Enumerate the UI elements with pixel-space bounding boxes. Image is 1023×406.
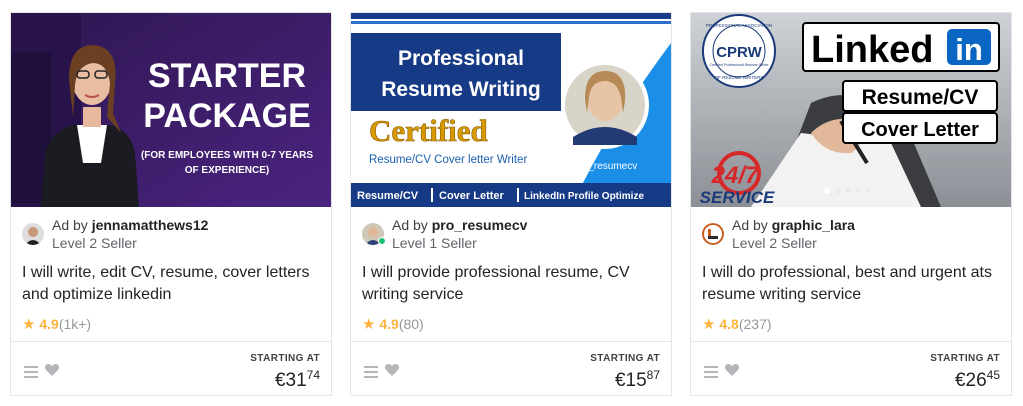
resume-handle: Pro_resumecv (573, 161, 637, 172)
star-icon: ★ (362, 316, 376, 333)
seller-name[interactable]: graphic_lara (772, 217, 855, 233)
gig-rating: ★ 4.8(237) (702, 315, 772, 334)
seller-level: Level 1 Seller (392, 235, 477, 251)
bar-item-resume: Resume/CV (357, 190, 419, 202)
gig-footer: STARTING AT €1587 (351, 341, 671, 396)
certified-text: Certified (369, 113, 488, 148)
avatar[interactable] (702, 223, 724, 245)
gig-thumbnail[interactable]: CPRW PROFESSIONAL ASSOCIATION Certified … (691, 13, 1011, 207)
seller-text: Ad by pro_resumecv Level 1 Seller (392, 216, 527, 252)
price-cents: 74 (306, 368, 320, 382)
gig-price: €1587 (615, 368, 660, 392)
bar-item-cover: Cover Letter (439, 190, 505, 202)
star-icon: ★ (22, 316, 36, 333)
rating-score: 4.8 (719, 316, 739, 332)
seller-name[interactable]: jennamatthews12 (92, 217, 209, 233)
linkedin-in: in (955, 32, 983, 67)
heart-icon[interactable] (44, 362, 60, 378)
cv-line1: Resume/CV (862, 86, 979, 109)
gig-title[interactable]: I will provide professional resume, CV w… (362, 262, 662, 306)
seller-row: Ad by jennamatthews12 Level 2 Seller (22, 213, 322, 252)
starting-at-label: STARTING AT (250, 353, 320, 364)
ad-by-label: Ad by (732, 217, 768, 233)
badge-ring-mid: Certified Professional Resume Writer (709, 63, 769, 67)
bar-item-linkedin: LinkedIn Profile Optimize (524, 191, 644, 202)
service-num: 24/7 (711, 162, 760, 189)
resume-writing-image: Professional Resume Writing Certified Re… (351, 13, 671, 207)
avatar[interactable] (22, 223, 44, 245)
seller-text: Ad by graphic_lara Level 2 Seller (732, 216, 855, 252)
gig-footer: STARTING AT €2645 (691, 341, 1011, 396)
price-main: €15 (614, 370, 647, 391)
starting-at-label: STARTING AT (590, 353, 660, 364)
resume-sub: Resume/CV Cover letter Writer (369, 154, 527, 166)
seller-text: Ad by jennamatthews12 Level 2 Seller (52, 216, 208, 252)
starter-sub2: OF EXPERIENCE) (185, 165, 269, 176)
seller-row: Ad by graphic_lara Level 2 Seller (702, 213, 1002, 252)
seller-level: Level 2 Seller (52, 235, 137, 251)
ad-by-label: Ad by (392, 217, 428, 233)
heart-icon[interactable] (384, 362, 400, 378)
gig-title[interactable]: I will write, edit CV, resume, cover let… (22, 262, 322, 306)
gig-rating: ★ 4.9(80) (362, 315, 424, 334)
gig-price: €2645 (955, 368, 1000, 392)
heart-icon[interactable] (724, 362, 740, 378)
price-main: €31 (274, 370, 307, 391)
gig-footer: STARTING AT €3174 (11, 341, 331, 396)
rating-score: 4.9 (379, 316, 399, 332)
service-word: SERVICE (700, 188, 775, 207)
gig-info: Ad by jennamatthews12 Level 2 Seller I w… (22, 213, 322, 333)
gig-title[interactable]: I will do professional, best and urgent … (702, 262, 1002, 306)
gig-thumbnail[interactable]: STARTER PACKAGE (FOR EMPLOYEES WITH 0-7 … (11, 13, 331, 207)
ad-by-label: Ad by (52, 217, 88, 233)
review-count: (237) (738, 316, 772, 332)
review-count: (80) (398, 316, 424, 332)
online-status-icon (378, 237, 386, 245)
resume-line2: Resume Writing (381, 78, 540, 101)
linkedin-resume-image: CPRW PROFESSIONAL ASSOCIATION Certified … (691, 13, 1011, 207)
menu-icon[interactable] (364, 366, 378, 378)
gig-card[interactable]: Professional Resume Writing Certified Re… (350, 12, 672, 396)
starter-line2: PACKAGE (143, 97, 311, 135)
price-cents: 45 (986, 368, 1000, 382)
badge-ring-top: PROFESSIONAL ASSOCIATION (706, 23, 772, 28)
seller-name[interactable]: pro_resumecv (432, 217, 528, 233)
menu-icon[interactable] (24, 366, 38, 378)
linkedin-word: Linked (811, 29, 933, 71)
resume-line1: Professional (398, 47, 524, 70)
rating-score: 4.9 (39, 316, 59, 332)
cv-line2: Cover Letter (861, 119, 979, 141)
starter-package-image: STARTER PACKAGE (FOR EMPLOYEES WITH 0-7 … (11, 13, 331, 207)
starter-line1: STARTER (148, 57, 306, 95)
gig-rating: ★ 4.9(1k+) (22, 315, 91, 334)
gig-card[interactable]: CPRW PROFESSIONAL ASSOCIATION Certified … (690, 12, 1012, 396)
starter-sub1: (FOR EMPLOYEES WITH 0-7 YEARS (141, 150, 313, 161)
cprw-badge: CPRW (716, 44, 762, 61)
seller-level: Level 2 Seller (732, 235, 817, 251)
starting-at-label: STARTING AT (930, 353, 1000, 364)
price-cents: 87 (646, 368, 660, 382)
gig-info: Ad by pro_resumecv Level 1 Seller I will… (362, 213, 662, 333)
seller-row: Ad by pro_resumecv Level 1 Seller (362, 213, 662, 252)
gig-info: Ad by graphic_lara Level 2 Seller I will… (702, 213, 1002, 333)
price-main: €26 (954, 370, 987, 391)
gig-thumbnail[interactable]: Professional Resume Writing Certified Re… (351, 13, 671, 207)
gig-card[interactable]: STARTER PACKAGE (FOR EMPLOYEES WITH 0-7 … (10, 12, 332, 396)
gig-card-row: STARTER PACKAGE (FOR EMPLOYEES WITH 0-7 … (10, 12, 1014, 396)
gig-price: €3174 (275, 368, 320, 392)
badge-ring-bottom: OF RESUME WRITERS (715, 75, 764, 80)
star-icon: ★ (702, 316, 716, 333)
menu-icon[interactable] (704, 366, 718, 378)
review-count: (1k+) (58, 316, 92, 332)
